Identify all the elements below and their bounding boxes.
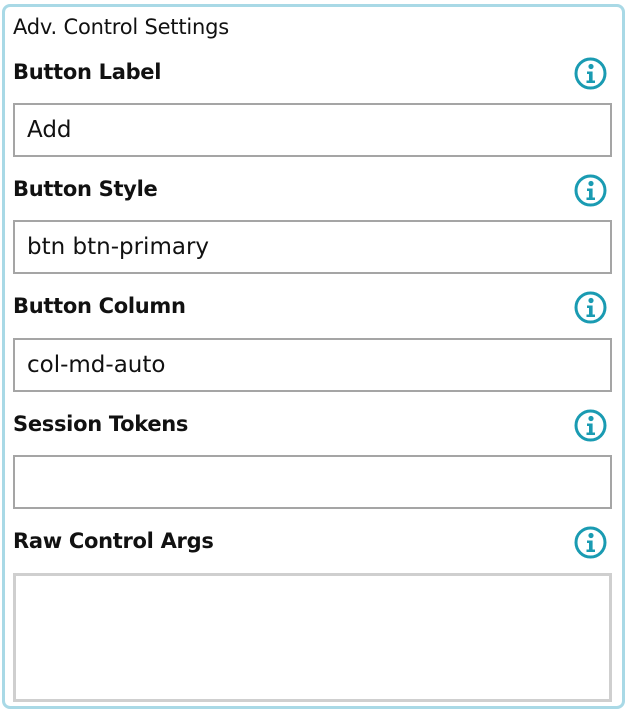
panel-title: Adv. Control Settings xyxy=(13,15,229,39)
button-column-input[interactable] xyxy=(13,338,612,392)
button-label-input[interactable] xyxy=(13,103,612,157)
info-icon[interactable] xyxy=(574,174,607,207)
button-style-label: Button Style xyxy=(13,177,158,201)
info-icon[interactable] xyxy=(574,57,607,90)
info-icon[interactable] xyxy=(574,409,607,442)
button-column-label: Button Column xyxy=(13,294,186,318)
button-style-input[interactable] xyxy=(13,220,612,274)
raw-control-args-label: Raw Control Args xyxy=(13,529,214,553)
adv-control-settings-panel: Adv. Control Settings Button Label Butto… xyxy=(2,4,625,709)
info-icon[interactable] xyxy=(574,291,607,324)
raw-control-args-textarea[interactable] xyxy=(13,573,612,702)
info-icon[interactable] xyxy=(574,526,607,559)
session-tokens-input[interactable] xyxy=(13,455,612,509)
session-tokens-label: Session Tokens xyxy=(13,412,189,436)
button-label-label: Button Label xyxy=(13,60,162,84)
